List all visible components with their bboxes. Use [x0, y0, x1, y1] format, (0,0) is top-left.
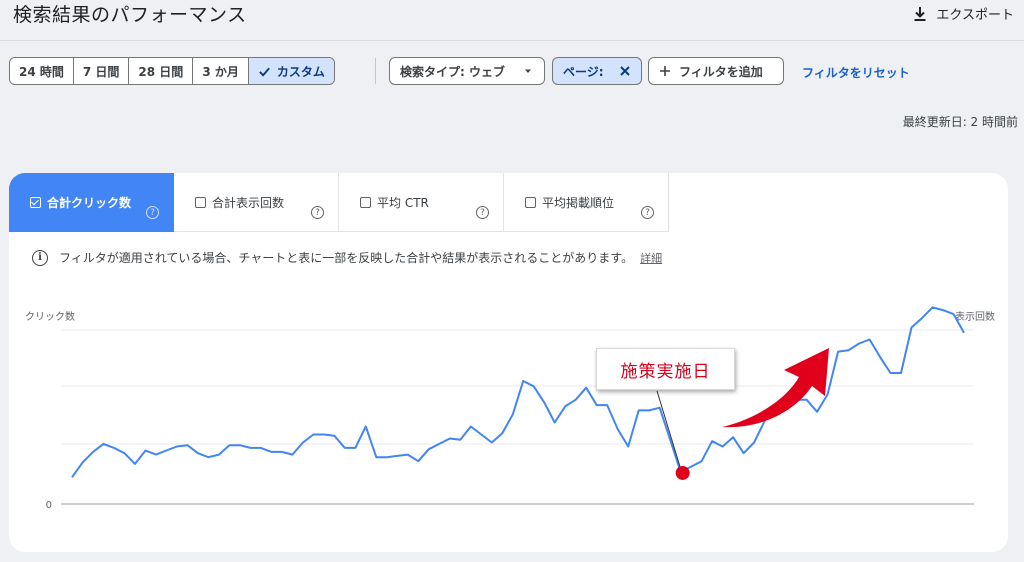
annotation-marker	[675, 465, 690, 480]
search-type-label: 検索タイプ: ウェブ	[400, 64, 505, 79]
y-tick-label: 0	[46, 500, 52, 511]
date-range-3m[interactable]: 3 か月	[193, 58, 249, 84]
download-icon	[914, 6, 926, 21]
date-range-custom[interactable]: カスタム	[248, 58, 334, 84]
export-label: エクスポート	[936, 8, 1014, 23]
annotation-leader-line	[656, 390, 682, 470]
reset-filters-link[interactable]: フィルタをリセット	[802, 64, 910, 81]
page-filter-chip[interactable]: ページ:	[552, 57, 642, 85]
add-filter-button[interactable]: フィルタを追加	[648, 57, 784, 85]
export-button[interactable]: エクスポート	[912, 4, 1014, 23]
date-range-selector: 24 時間 7 日間 28 日間 3 か月 カスタム	[9, 57, 335, 85]
plus-icon	[660, 66, 670, 76]
check-icon	[259, 67, 270, 77]
clicks-line-chart: 0	[46, 306, 974, 511]
date-range-28d[interactable]: 28 日間	[129, 58, 194, 84]
page-title: 検索結果のパフォーマンス	[13, 4, 247, 26]
close-icon[interactable]	[619, 65, 631, 77]
trend-arrow-icon	[722, 348, 829, 428]
annotation-callout: 施策実施日	[596, 348, 735, 390]
last-updated: 最終更新日: 2 時間前	[902, 115, 1018, 129]
date-range-24h[interactable]: 24 時間	[10, 58, 74, 84]
title-divider	[0, 40, 1024, 41]
dropdown-arrow-icon	[525, 69, 531, 73]
date-range-7d[interactable]: 7 日間	[73, 58, 130, 84]
search-type-dropdown[interactable]: 検索タイプ: ウェブ	[389, 57, 545, 85]
clicks-series-line	[71, 306, 965, 478]
page-filter-label: ページ:	[563, 64, 604, 79]
filter-divider	[375, 58, 376, 84]
add-filter-label: フィルタを追加	[679, 64, 763, 79]
performance-card: 合計クリック数 ? 合計表示回数 ? 平均 CTR ? 平均掲載順位 ? i フ…	[9, 173, 1008, 552]
